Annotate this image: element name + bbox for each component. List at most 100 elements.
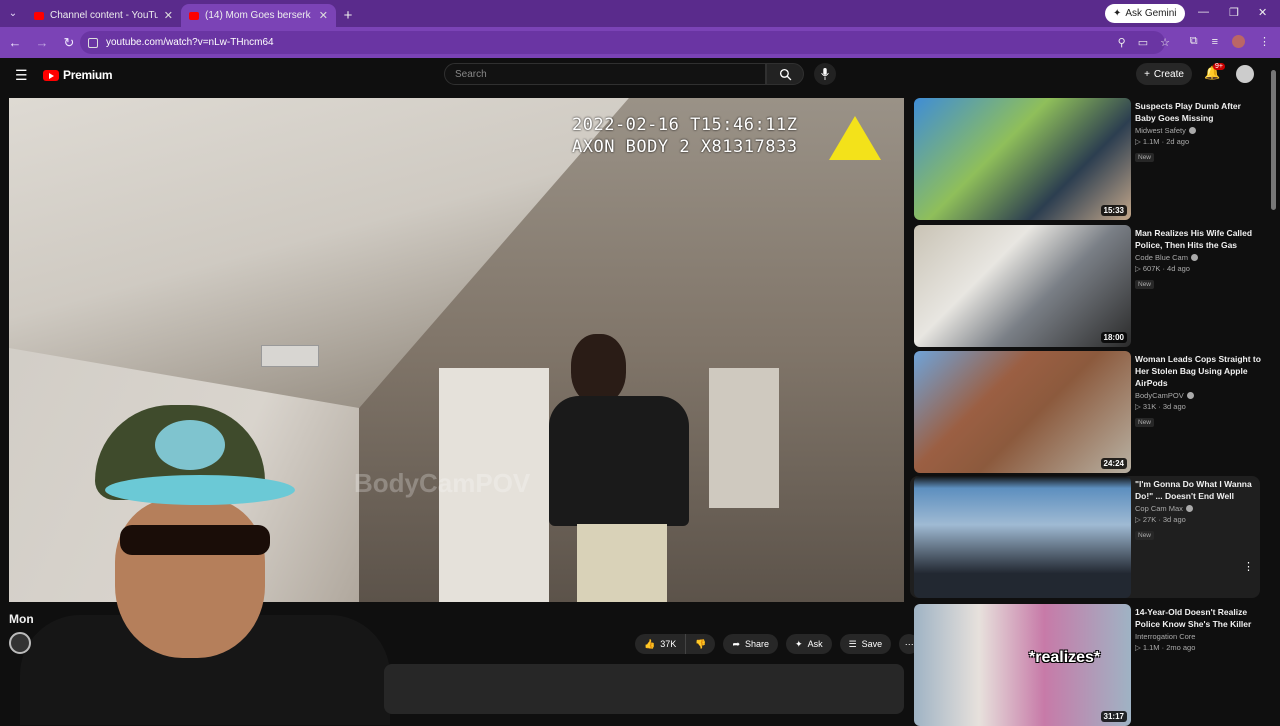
browser-tab-studio[interactable]: Channel content - YouTube Studio ✕ <box>26 4 181 27</box>
like-button[interactable]: 👍 37K <box>635 634 687 654</box>
dislike-button[interactable]: 👎 <box>686 634 716 654</box>
views-icon: ▷ <box>1135 264 1143 273</box>
video-frame-closet <box>709 368 779 508</box>
omnibox-actions: ⚲ ▭ ☆ <box>1118 36 1170 49</box>
video-meta: Suspects Play Dumb After Baby Goes Missi… <box>1135 100 1263 164</box>
search-button[interactable] <box>766 63 804 85</box>
reading-list-icon[interactable]: ≡ <box>1212 36 1218 48</box>
cast-icon[interactable]: ▭ <box>1138 36 1148 49</box>
close-window-icon[interactable]: ✕ <box>1258 6 1267 19</box>
list-item[interactable]: 18:00 Man Realizes His Wife Called Polic… <box>913 225 1268 347</box>
youtube-play-logo-icon <box>43 69 59 81</box>
channel-name: Interrogation Core <box>1135 632 1196 641</box>
related-videos: 15:33 Suspects Play Dumb After Baby Goes… <box>910 98 1268 726</box>
video-thumbnail[interactable]: 15:33 <box>914 98 1131 220</box>
share-button[interactable]: ➦ Share <box>723 634 779 654</box>
profile-avatar[interactable] <box>1232 35 1245 48</box>
video-thumbnail[interactable]: *realizes* 31:17 <box>914 604 1131 726</box>
like-dislike-group: 👍 37K 👎 <box>635 634 716 654</box>
description-box[interactable] <box>384 664 904 714</box>
more-options-icon[interactable]: ⋮ <box>1243 560 1254 573</box>
rec-title[interactable]: 14-Year-Old Doesn't Realize Police Know … <box>1135 606 1263 630</box>
share-icon: ➦ <box>732 638 740 649</box>
video-frame-vent <box>261 345 319 367</box>
thumbs-down-icon: 👎 <box>695 638 707 649</box>
bookmark-star-icon[interactable]: ☆ <box>1160 36 1170 49</box>
browser-toolbar: ← → ↻ youtube.com/watch?v=nLw-THncm64 ⚲ … <box>0 27 1280 58</box>
minimize-icon[interactable]: — <box>1198 6 1209 18</box>
list-item[interactable]: 24:24 Woman Leads Cops Straight to Her S… <box>913 351 1268 473</box>
list-item[interactable]: "I'm Gonna Do What I Wanna Do!" ... Does… <box>910 476 1260 598</box>
video-thumbnail[interactable]: 24:24 <box>914 351 1131 473</box>
channel-name: BodyCamPOV <box>1135 391 1184 400</box>
rec-title[interactable]: Man Realizes His Wife Called Police, The… <box>1135 227 1263 251</box>
video-title: Mon <box>9 612 34 626</box>
video-thumbnail[interactable]: 18:00 <box>914 225 1131 347</box>
restore-icon[interactable]: ❐ <box>1229 6 1239 19</box>
page-scrollbar[interactable] <box>1270 62 1277 720</box>
sparkle-icon: ✦ <box>795 638 803 649</box>
rec-stats: ▷ 1.1M · 2mo ago <box>1135 643 1263 652</box>
thumbs-up-icon: 👍 <box>644 638 656 649</box>
site-info-icon[interactable] <box>88 37 98 48</box>
rec-stats: ▷ 1.1M · 2d ago <box>1135 137 1263 146</box>
extension-area: ⧉ ≡ ⋮ <box>1190 35 1270 48</box>
video-meta: "I'm Gonna Do What I Wanna Do!" ... Does… <box>1135 478 1263 542</box>
rec-channel[interactable]: Code Blue Cam <box>1135 253 1263 262</box>
browser-tab-video[interactable]: (14) Mom Goes berserk When Police ✕ <box>181 4 336 27</box>
create-button[interactable]: + Create <box>1136 63 1192 85</box>
ask-gemini-button[interactable]: ✦ Ask Gemini <box>1105 4 1185 23</box>
rec-channel[interactable]: Cop Cam Max <box>1135 504 1263 513</box>
channel-avatar[interactable] <box>9 632 31 654</box>
zoom-icon[interactable]: ⚲ <box>1118 36 1126 49</box>
views-icon: ▷ <box>1135 643 1143 652</box>
tab-search-icon[interactable]: ⌄ <box>0 0 26 27</box>
scrollbar-thumb[interactable] <box>1271 70 1276 210</box>
rec-title[interactable]: Suspects Play Dumb After Baby Goes Missi… <box>1135 100 1263 124</box>
stats-text: 27K · 3d ago <box>1142 515 1186 524</box>
rec-channel[interactable]: Interrogation Core <box>1135 632 1263 641</box>
create-label: Create <box>1153 68 1184 80</box>
list-item[interactable]: *realizes* 31:17 14-Year-Old Doesn't Rea… <box>913 604 1268 726</box>
rec-channel[interactable]: Midwest Safety <box>1135 126 1263 135</box>
search-input[interactable]: Search <box>444 63 766 85</box>
like-count: 37K <box>660 639 677 649</box>
verified-icon <box>1186 392 1194 399</box>
rec-title[interactable]: Woman Leads Cops Straight to Her Stolen … <box>1135 353 1263 389</box>
account-avatar[interactable] <box>1236 65 1254 83</box>
duration-badge: 18:00 <box>1100 332 1127 343</box>
browser-menu-icon[interactable]: ⋮ <box>1259 35 1270 48</box>
microphone-icon <box>821 68 829 80</box>
list-item[interactable]: 15:33 Suspects Play Dumb After Baby Goes… <box>913 98 1268 220</box>
gemini-sparkle-icon: ✦ <box>1113 8 1122 19</box>
ask-button[interactable]: ✦ Ask <box>786 634 832 654</box>
rec-stats: ▷ 607K · 4d ago <box>1135 264 1263 273</box>
extensions-icon[interactable]: ⧉ <box>1190 35 1198 48</box>
voice-search-button[interactable] <box>814 63 836 85</box>
rec-title[interactable]: "I'm Gonna Do What I Wanna Do!" ... Does… <box>1135 478 1263 502</box>
new-tab-icon[interactable]: + <box>336 4 360 27</box>
verified-icon <box>1188 127 1196 134</box>
forward-icon[interactable]: → <box>30 35 54 50</box>
reload-icon[interactable]: ↻ <box>57 35 81 51</box>
youtube-logo[interactable]: Premium <box>43 68 113 82</box>
channel-name: Midwest Safety <box>1135 126 1186 135</box>
guide-menu-icon[interactable]: ☰ <box>15 67 28 84</box>
device-id-line: AXON BODY 2 X81317833 <box>572 137 798 157</box>
back-icon[interactable]: ← <box>3 35 27 50</box>
video-thumbnail[interactable] <box>914 476 1131 598</box>
rec-channel[interactable]: BodyCamPOV <box>1135 391 1263 400</box>
save-button[interactable]: ☰ Save <box>839 634 892 654</box>
address-bar[interactable]: youtube.com/watch?v=nLw-THncm64 <box>80 31 1165 54</box>
tab-close-icon[interactable]: ✕ <box>164 9 173 22</box>
views-icon: ▷ <box>1135 137 1143 146</box>
verified-icon <box>1185 505 1193 512</box>
youtube-header: ☰ Premium Search + Create 🔔 9+ <box>0 58 1280 92</box>
thumbnail-overlay-text: *realizes* <box>1029 649 1101 666</box>
save-playlist-icon: ☰ <box>848 638 857 649</box>
channel-name: Code Blue Cam <box>1135 253 1188 262</box>
youtube-favicon-icon <box>34 11 44 20</box>
url-text: youtube.com/watch?v=nLw-THncm64 <box>106 37 274 48</box>
tab-close-icon[interactable]: ✕ <box>319 9 328 22</box>
duration-badge: 24:24 <box>1100 458 1127 469</box>
